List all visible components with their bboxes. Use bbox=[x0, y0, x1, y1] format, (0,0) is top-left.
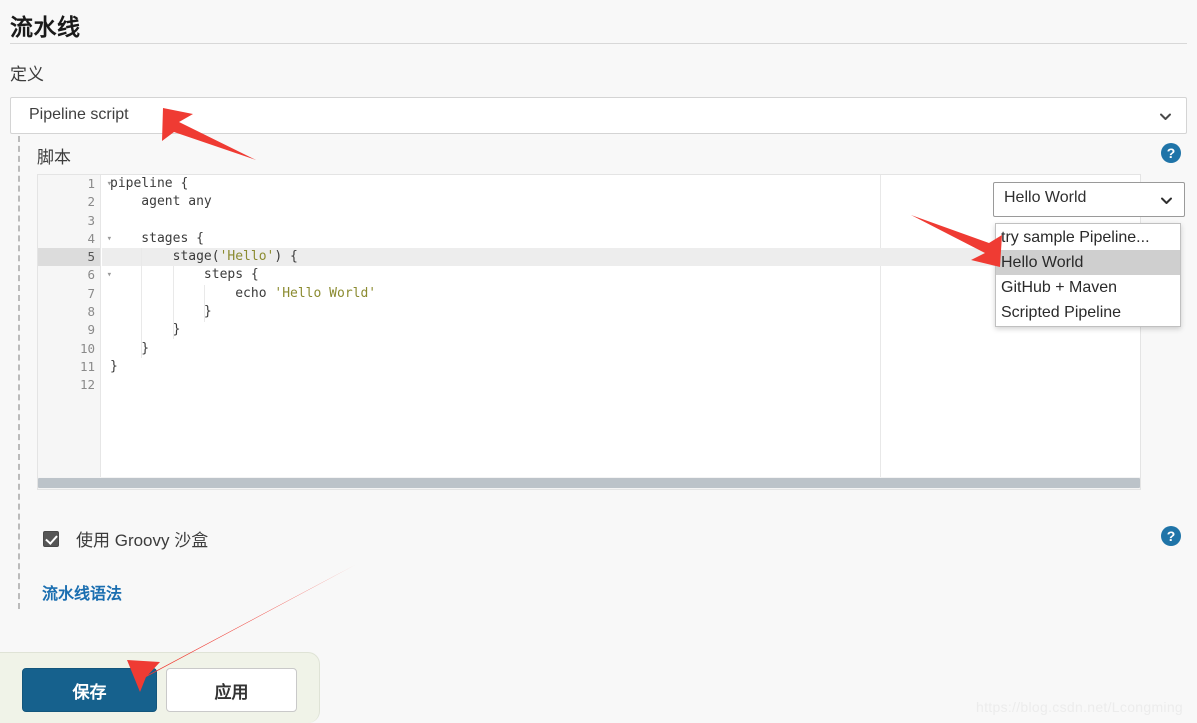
chevron-down-icon bbox=[1160, 194, 1173, 207]
sample-pipeline-select[interactable]: Hello World bbox=[993, 182, 1185, 217]
definition-label: 定义 bbox=[10, 65, 44, 84]
script-code-editor[interactable]: 1▾2 3 4▾5▾6▾7 8 9 10 11 12 pipeline { agent any… bbox=[37, 174, 1141, 490]
gutter-line-number: 9 bbox=[87, 322, 95, 338]
sample-option[interactable]: GitHub + Maven bbox=[996, 275, 1180, 300]
gutter-line-number: 12 bbox=[79, 377, 95, 393]
help-circle-icon-sandbox[interactable]: ? bbox=[1161, 526, 1181, 546]
checkbox-checked-icon[interactable] bbox=[43, 530, 59, 547]
code-line[interactable]: } bbox=[102, 358, 1140, 376]
gutter-line-number: 5▾ bbox=[38, 248, 112, 267]
code-line[interactable]: pipeline { bbox=[102, 175, 1140, 193]
gutter-line-number: 10 bbox=[79, 340, 95, 356]
section-dashed-rail bbox=[18, 136, 20, 609]
editor-gutter: 1▾2 3 4▾5▾6▾7 8 9 10 11 12 bbox=[38, 175, 112, 489]
chevron-down-icon bbox=[1159, 110, 1172, 123]
indent-guide bbox=[141, 248, 143, 358]
sample-option[interactable]: try sample Pipeline... bbox=[996, 225, 1180, 250]
sample-pipeline-options-list[interactable]: try sample Pipeline... Hello World GitHub … bbox=[995, 223, 1181, 327]
indent-guide bbox=[172, 266, 174, 339]
sample-option[interactable]: Hello World bbox=[996, 250, 1180, 275]
pipeline-syntax-link[interactable]: 流水线语法 bbox=[42, 580, 122, 604]
help-circle-icon-script[interactable]: ? bbox=[1161, 143, 1181, 163]
code-line[interactable] bbox=[102, 376, 1140, 394]
save-button[interactable]: 保存 bbox=[22, 668, 157, 712]
sample-select-value: Hello World bbox=[1004, 189, 1087, 206]
pipeline-config-page: 流水线 定义 Pipeline script 脚本 ? 1▾2 3 4▾5▾6▾7 8… bbox=[0, 0, 1197, 723]
code-line[interactable]: echo 'Hello World' bbox=[102, 285, 1140, 303]
gutter-line-number: 11 bbox=[79, 358, 95, 374]
page-title: 流水线 bbox=[10, 14, 81, 40]
code-line[interactable]: stage('Hello') { bbox=[102, 248, 1140, 267]
groovy-sandbox-label: 使用 Groovy 沙盒 bbox=[76, 531, 209, 550]
sample-option[interactable]: Scripted Pipeline bbox=[996, 300, 1180, 325]
editor-code-area[interactable]: pipeline { agent any stages { stage('Hel… bbox=[102, 175, 1140, 489]
code-line[interactable]: steps { bbox=[102, 266, 1140, 284]
indent-guide bbox=[203, 285, 205, 322]
scrollbar-thumb[interactable] bbox=[38, 478, 1140, 488]
gutter-line-number: 3 bbox=[87, 212, 95, 228]
groovy-sandbox-row[interactable]: 使用 Groovy 沙盒 bbox=[43, 526, 208, 551]
code-line[interactable] bbox=[102, 212, 1140, 230]
gutter-line-number: 2 bbox=[87, 194, 95, 210]
form-button-bar: 保存 应用 bbox=[0, 652, 320, 723]
code-line[interactable]: } bbox=[102, 321, 1140, 339]
title-divider bbox=[10, 43, 1187, 44]
code-line[interactable]: agent any bbox=[102, 193, 1140, 211]
code-line[interactable]: } bbox=[102, 340, 1140, 358]
definition-select-value: Pipeline script bbox=[29, 106, 129, 123]
apply-button[interactable]: 应用 bbox=[166, 668, 297, 712]
code-line[interactable]: } bbox=[102, 303, 1140, 321]
gutter-line-number: 1 ▾ bbox=[38, 175, 112, 193]
gutter-line-number: 7 bbox=[87, 285, 95, 301]
gutter-line-number: 6 ▾ bbox=[38, 266, 112, 284]
gutter-line-number: 8 bbox=[87, 304, 95, 320]
code-line[interactable]: stages { bbox=[102, 230, 1140, 248]
definition-select[interactable]: Pipeline script bbox=[10, 97, 1187, 134]
script-label: 脚本 bbox=[37, 148, 71, 167]
editor-horizontal-scrollbar[interactable] bbox=[38, 477, 1140, 489]
watermark: https://blog.csdn.net/Lcongming bbox=[976, 699, 1183, 715]
gutter-line-number: 4 ▾ bbox=[38, 230, 112, 248]
